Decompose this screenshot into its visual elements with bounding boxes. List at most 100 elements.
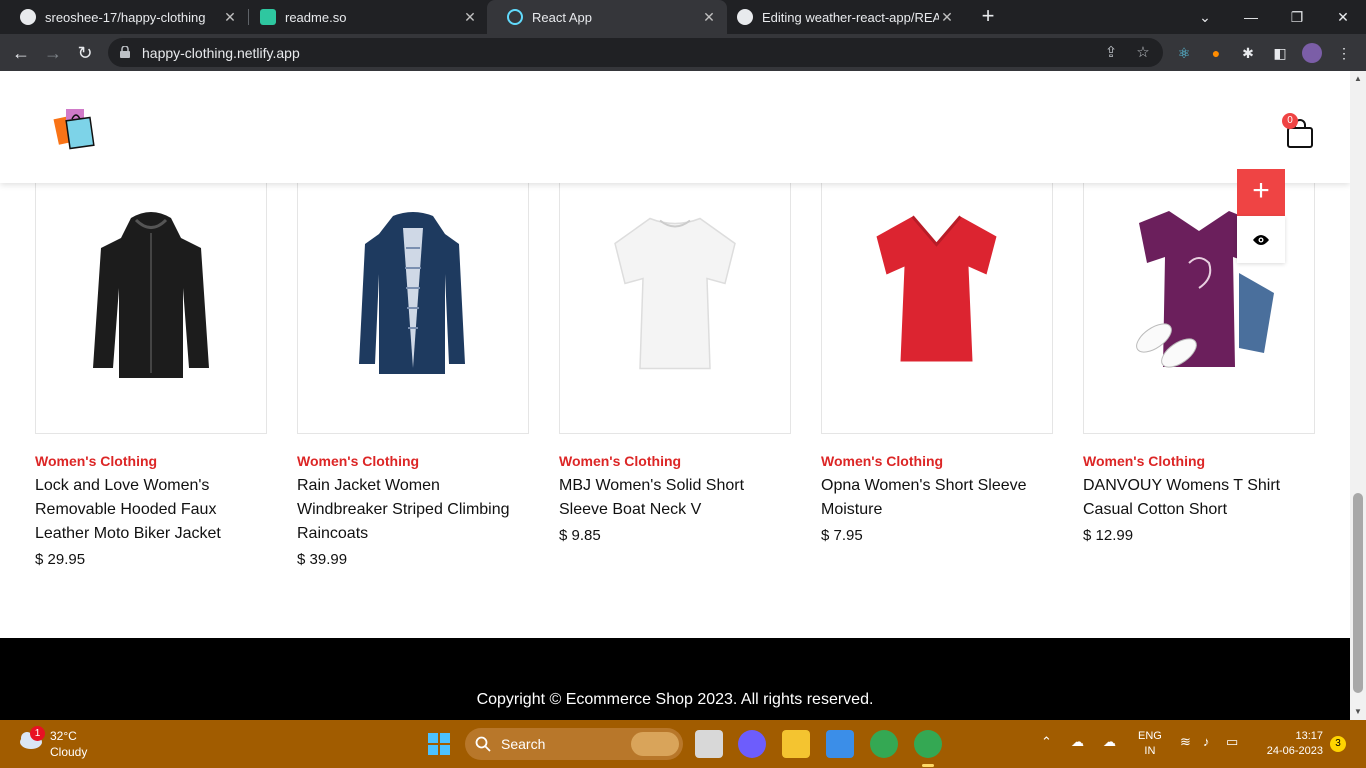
page-scrollbar[interactable]: ▲ ▼ xyxy=(1350,71,1366,720)
product-image[interactable] xyxy=(297,151,529,434)
close-icon[interactable]: ✕ xyxy=(222,9,238,26)
product-card[interactable]: Women's Clothing MBJ Women's Solid Short… xyxy=(559,151,791,544)
minimize-icon[interactable]: — xyxy=(1228,0,1274,34)
task-view-icon[interactable] xyxy=(695,730,723,758)
product-title[interactable]: MBJ Women's Solid Short Sleeve Boat Neck… xyxy=(559,474,791,522)
product-price: $ 12.99 xyxy=(1083,527,1134,544)
cloud-upload-icon[interactable]: ☁ xyxy=(1103,734,1116,750)
browser-toolbar: ← → ↻ happy-clothing.netlify.app ⇪ ☆ ⚛ ●… xyxy=(0,34,1366,71)
product-category: Women's Clothing xyxy=(559,453,682,469)
product-category: Women's Clothing xyxy=(297,453,420,469)
cart-button[interactable]: 0 xyxy=(1282,113,1315,149)
chrome-icon[interactable] xyxy=(870,730,898,758)
tab-react-app[interactable]: React App ✕ xyxy=(487,0,727,34)
shopping-bags-logo[interactable] xyxy=(52,105,98,151)
restore-icon[interactable]: ❐ xyxy=(1274,0,1320,34)
extension-icon[interactable]: ● xyxy=(1206,43,1226,63)
lock-icon xyxy=(120,46,130,58)
url-text: happy-clothing.netlify.app xyxy=(142,45,300,61)
product-card[interactable]: Women's Clothing Lock and Love Women's R… xyxy=(35,151,267,568)
rain-jacket-image xyxy=(359,211,465,374)
product-image[interactable] xyxy=(821,151,1053,434)
profile-avatar[interactable] xyxy=(1302,43,1322,63)
view-product-button[interactable] xyxy=(1237,216,1285,263)
leather-jacket-image xyxy=(93,211,209,378)
close-icon[interactable]: ✕ xyxy=(462,9,478,26)
chevron-up-icon[interactable]: ⌃ xyxy=(1041,734,1052,750)
tab-search-chevron-icon[interactable]: ⌄ xyxy=(1182,0,1228,34)
copyright-text: Copyright © Ecommerce Shop 2023. All rig… xyxy=(476,691,874,708)
readme-icon xyxy=(260,9,276,25)
onedrive-cloud-icon[interactable]: ☁ xyxy=(1071,734,1084,750)
page-viewport: 0 Women's Clothing Lock and Love Women's… xyxy=(0,71,1350,720)
scrollbar-thumb[interactable] xyxy=(1353,493,1363,693)
language-indicator[interactable]: ENG IN xyxy=(1138,729,1162,759)
tab-title: readme.so xyxy=(285,9,347,25)
close-icon[interactable]: ✕ xyxy=(701,9,717,26)
share-icon[interactable]: ⇪ xyxy=(1102,44,1120,62)
windows-taskbar: 1 32°C Cloudy Search ⌃ ☁ ☁ ENG IN ≋ ♪ ▭ … xyxy=(0,720,1366,768)
battery-icon[interactable]: ▭ xyxy=(1226,734,1238,750)
product-card[interactable]: Women's Clothing Opna Women's Short Slee… xyxy=(821,151,1053,544)
taskbar-search-box[interactable]: Search xyxy=(465,728,683,760)
language-code: ENG xyxy=(1138,730,1162,742)
teams-chat-icon[interactable] xyxy=(738,730,766,758)
reload-icon[interactable]: ↻ xyxy=(72,40,98,66)
close-icon[interactable]: ✕ xyxy=(939,9,955,26)
weather-badge: 1 xyxy=(30,726,45,741)
tab-title: React App xyxy=(532,9,592,25)
new-tab-button[interactable]: + xyxy=(976,4,1000,28)
add-to-cart-button[interactable]: + xyxy=(1237,169,1285,216)
volume-icon[interactable]: ♪ xyxy=(1203,734,1210,749)
scroll-up-arrow-icon[interactable]: ▲ xyxy=(1350,71,1366,87)
wifi-icon[interactable]: ≋ xyxy=(1180,734,1191,750)
microsoft-store-icon[interactable] xyxy=(826,730,854,758)
product-title[interactable]: Opna Women's Short Sleeve Moisture xyxy=(821,474,1053,522)
file-explorer-icon[interactable] xyxy=(782,730,810,758)
product-title[interactable]: Rain Jacket Women Windbreaker Striped Cl… xyxy=(297,474,529,546)
tab-github-repo[interactable]: sreoshee-17/happy-clothing ✕ xyxy=(0,0,248,34)
eye-icon xyxy=(1253,234,1269,245)
red-tshirt-image xyxy=(876,215,997,361)
product-hover-actions: + xyxy=(1237,169,1285,263)
scroll-down-arrow-icon[interactable]: ▼ xyxy=(1350,704,1366,720)
product-category: Women's Clothing xyxy=(35,453,158,469)
clock[interactable]: 13:17 24-06-2023 xyxy=(1255,729,1323,759)
tab-title: sreoshee-17/happy-clothing xyxy=(45,9,206,25)
product-category: Women's Clothing xyxy=(1083,453,1206,469)
windows-start-icon[interactable] xyxy=(427,732,451,756)
tab-readme[interactable]: readme.so ✕ xyxy=(240,0,488,34)
site-header: 0 xyxy=(0,71,1350,183)
product-title[interactable]: DANVOUY Womens T Shirt Casual Cotton Sho… xyxy=(1083,474,1315,522)
product-card[interactable]: Women's Clothing Rain Jacket Women Windb… xyxy=(297,151,529,568)
product-image[interactable] xyxy=(35,151,267,434)
chrome-profile-icon[interactable] xyxy=(914,730,942,767)
menu-kebab-icon[interactable]: ⋮ xyxy=(1334,43,1354,63)
product-price: $ 39.99 xyxy=(297,551,348,568)
react-devtools-icon[interactable]: ⚛ xyxy=(1174,43,1194,63)
close-window-icon[interactable]: ✕ xyxy=(1320,0,1366,34)
address-bar[interactable]: happy-clothing.netlify.app ⇪ ☆ xyxy=(108,38,1163,67)
search-icon xyxy=(475,736,491,752)
date-text: 24-06-2023 xyxy=(1266,745,1323,757)
puzzle-icon[interactable]: ✱ xyxy=(1238,43,1258,63)
product-title[interactable]: Lock and Love Women's Removable Hooded F… xyxy=(35,474,267,546)
site-footer: Copyright © Ecommerce Shop 2023. All rig… xyxy=(0,638,1350,720)
weather-condition[interactable]: Cloudy xyxy=(50,745,87,759)
bookmark-star-icon[interactable]: ☆ xyxy=(1134,44,1152,62)
product-image[interactable] xyxy=(559,151,791,434)
tab-editing-readme[interactable]: Editing weather-react-app/READM ✕ xyxy=(717,0,965,34)
back-arrow-icon[interactable]: ← xyxy=(8,40,34,66)
notification-badge[interactable]: 3 xyxy=(1330,736,1346,752)
weather-temperature[interactable]: 32°C xyxy=(50,729,77,743)
react-icon xyxy=(507,9,523,25)
github-icon xyxy=(20,9,36,25)
browser-tab-strip: sreoshee-17/happy-clothing ✕ readme.so ✕… xyxy=(0,0,1366,34)
forward-arrow-icon[interactable]: → xyxy=(40,40,66,66)
white-tshirt-image xyxy=(614,217,736,369)
search-label: Search xyxy=(501,736,546,752)
side-panel-icon[interactable]: ◧ xyxy=(1270,43,1290,63)
product-price: $ 9.85 xyxy=(559,527,601,544)
search-highlight-image xyxy=(631,732,679,756)
region-code: IN xyxy=(1144,745,1156,757)
